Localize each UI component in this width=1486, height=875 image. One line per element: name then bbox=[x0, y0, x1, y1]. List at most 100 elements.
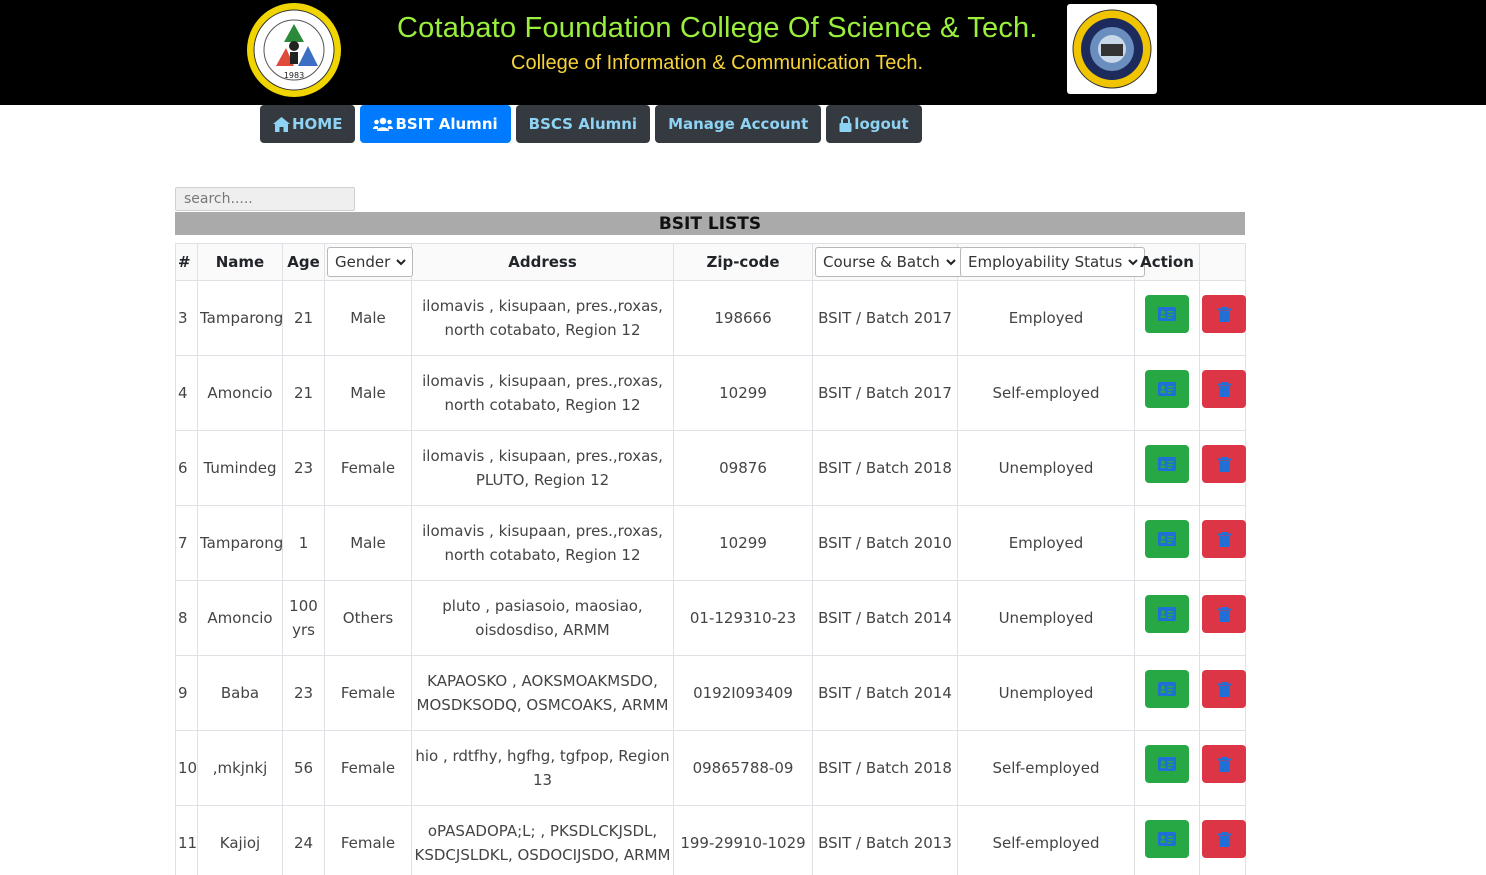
delete-button[interactable] bbox=[1202, 520, 1246, 558]
table-row: 8 Amoncio 100 yrs Others pluto , pasiasoio, … bbox=[175, 580, 1246, 656]
delete-button[interactable] bbox=[1202, 745, 1246, 783]
bscs-alumni-button[interactable]: BSCS Alumni bbox=[515, 105, 651, 143]
alumni-name: Baba bbox=[197, 655, 283, 731]
bsit-alumni-label: BSIT Alumni bbox=[395, 115, 498, 133]
view-profile-button[interactable] bbox=[1145, 370, 1189, 408]
alumni-address: ilomavis , kisupaan, pres.,roxas, north … bbox=[411, 280, 674, 356]
view-profile-button[interactable] bbox=[1145, 595, 1189, 633]
col-header-course: Course & Batch bbox=[812, 243, 963, 281]
users-icon bbox=[373, 117, 394, 131]
delete-button[interactable] bbox=[1202, 820, 1246, 858]
alumni-course-batch: BSIT / Batch 2014 bbox=[812, 655, 958, 731]
manage-account-label: Manage Account bbox=[668, 115, 809, 133]
alumni-age: 21 bbox=[282, 355, 325, 431]
trash-icon bbox=[1217, 306, 1231, 322]
view-cell bbox=[1134, 805, 1200, 875]
delete-button[interactable] bbox=[1202, 595, 1246, 633]
college-subtitle: College of Information & Communication T… bbox=[511, 52, 924, 74]
alumni-gender: Female bbox=[324, 730, 412, 806]
alumni-status: Employed bbox=[957, 280, 1135, 356]
employability-filter-label: Employability Status bbox=[968, 253, 1123, 271]
bsit-alumni-button[interactable]: BSIT Alumni bbox=[360, 105, 511, 143]
chevron-down-icon bbox=[1128, 258, 1139, 265]
alumni-address: oPASADOPA;L; , PKSDLCKJSDL, KSDCJSLDKL, … bbox=[411, 805, 674, 875]
view-cell bbox=[1134, 505, 1200, 581]
alumni-zip: 199-29910-1029 bbox=[673, 805, 813, 875]
home-label: HOME bbox=[292, 115, 343, 133]
logout-button[interactable]: logout bbox=[826, 105, 922, 143]
delete-button[interactable] bbox=[1202, 370, 1246, 408]
alumni-status: Unemployed bbox=[957, 655, 1135, 731]
view-profile-button[interactable] bbox=[1145, 670, 1189, 708]
header-bar: 1983 Cotabato Foundation College Of Scie… bbox=[0, 0, 1486, 105]
col-header-action-extra bbox=[1199, 243, 1246, 281]
table-row: 9 Baba 23 Female KAPAOSKO , AOKSMOAKMSDO, MO… bbox=[175, 655, 1246, 731]
delete-cell bbox=[1199, 355, 1246, 431]
view-profile-button[interactable] bbox=[1145, 820, 1189, 858]
id-card-icon bbox=[1158, 757, 1176, 771]
college-seal-logo: 1983 bbox=[247, 3, 341, 97]
alumni-course-batch: BSIT / Batch 2017 bbox=[812, 355, 958, 431]
row-number: 4 bbox=[175, 355, 198, 431]
alumni-course-batch: BSIT / Batch 2013 bbox=[812, 805, 958, 875]
alumni-zip: 10299 bbox=[673, 355, 813, 431]
col-header-address: Address bbox=[411, 243, 674, 281]
alumni-age: 56 bbox=[282, 730, 325, 806]
alumni-course-batch: BSIT / Batch 2018 bbox=[812, 430, 958, 506]
search-input[interactable] bbox=[175, 187, 355, 211]
id-card-icon bbox=[1158, 682, 1176, 696]
department-logo bbox=[1067, 4, 1157, 94]
trash-icon bbox=[1217, 531, 1231, 547]
alumni-name: ,mkjnkj bbox=[197, 730, 283, 806]
course-batch-filter-label: Course & Batch bbox=[823, 253, 940, 271]
trash-icon bbox=[1217, 831, 1231, 847]
alumni-name: Tamparong bbox=[197, 280, 283, 356]
delete-cell bbox=[1199, 505, 1246, 581]
view-cell bbox=[1134, 430, 1200, 506]
delete-button[interactable] bbox=[1202, 670, 1246, 708]
view-profile-button[interactable] bbox=[1145, 745, 1189, 783]
home-icon bbox=[273, 116, 290, 132]
id-card-icon bbox=[1158, 382, 1176, 396]
alumni-gender: Others bbox=[324, 580, 412, 656]
view-profile-button[interactable] bbox=[1145, 445, 1189, 483]
table-header-row: # Name Age Gender Address Zip-code Cours… bbox=[175, 243, 1246, 281]
view-cell bbox=[1134, 580, 1200, 656]
table-row: 3 Tamparong 21 Male ilomavis , kisupaan, pre… bbox=[175, 280, 1246, 356]
id-card-icon bbox=[1158, 457, 1176, 471]
delete-button[interactable] bbox=[1202, 445, 1246, 483]
alumni-name: Amoncio bbox=[197, 355, 283, 431]
view-profile-button[interactable] bbox=[1145, 520, 1189, 558]
home-button[interactable]: HOME bbox=[260, 105, 356, 143]
trash-icon bbox=[1217, 681, 1231, 697]
row-number: 9 bbox=[175, 655, 198, 731]
logout-label: logout bbox=[854, 115, 909, 133]
table-row: 6 Tumindeg 23 Female ilomavis , kisupaan, pr… bbox=[175, 430, 1246, 506]
alumni-name: Kajioj bbox=[197, 805, 283, 875]
gender-filter-select[interactable]: Gender bbox=[327, 247, 414, 277]
id-card-icon bbox=[1158, 607, 1176, 621]
course-batch-filter-select[interactable]: Course & Batch bbox=[815, 247, 963, 277]
delete-cell bbox=[1199, 280, 1246, 356]
alumni-age: 21 bbox=[282, 280, 325, 356]
manage-account-button[interactable]: Manage Account bbox=[655, 105, 822, 143]
bscs-alumni-label: BSCS Alumni bbox=[528, 115, 638, 133]
svg-text:1983: 1983 bbox=[284, 71, 304, 80]
employability-filter-select[interactable]: Employability Status bbox=[960, 247, 1146, 277]
delete-button[interactable] bbox=[1202, 295, 1246, 333]
table-row: 7 Tamparong 1 Male ilomavis , kisupaan, pres… bbox=[175, 505, 1246, 581]
alumni-course-batch: BSIT / Batch 2018 bbox=[812, 730, 958, 806]
view-profile-button[interactable] bbox=[1145, 295, 1189, 333]
id-card-icon bbox=[1158, 307, 1176, 321]
row-number: 11 bbox=[175, 805, 198, 875]
table-row: 4 Amoncio 21 Male ilomavis , kisupaan, pres.… bbox=[175, 355, 1246, 431]
alumni-table-container: # Name Age Gender Address Zip-code Cours… bbox=[175, 243, 1246, 875]
alumni-course-batch: BSIT / Batch 2014 bbox=[812, 580, 958, 656]
alumni-gender: Male bbox=[324, 280, 412, 356]
id-card-icon bbox=[1158, 832, 1176, 846]
alumni-zip: 01-129310-23 bbox=[673, 580, 813, 656]
trash-icon bbox=[1217, 606, 1231, 622]
gender-filter-label: Gender bbox=[335, 253, 391, 271]
table-body: 3 Tamparong 21 Male ilomavis , kisupaan, pre… bbox=[175, 280, 1246, 875]
alumni-address: hio , rdtfhy, hgfhg, tgfpop, Region 13 bbox=[411, 730, 674, 806]
